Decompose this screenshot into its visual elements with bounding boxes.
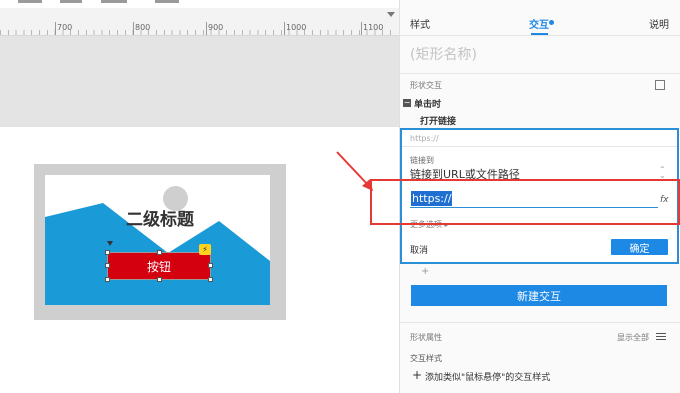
expand-icon[interactable] [655, 80, 665, 90]
link-preview: https:// [410, 134, 439, 143]
ruler-major-tick [206, 22, 207, 35]
menu-icon[interactable] [656, 333, 666, 341]
collapse-icon[interactable]: − [403, 99, 411, 107]
divider [400, 322, 680, 323]
tab-active-dot [549, 20, 554, 25]
ruler-label: 700 [57, 23, 73, 32]
resize-handle[interactable] [105, 263, 110, 268]
divider [400, 35, 680, 36]
link-to-label: 链接到 [410, 156, 434, 165]
resize-handle[interactable] [208, 263, 213, 268]
plus-icon[interactable]: + [412, 368, 422, 382]
ruler-label: 900 [208, 23, 224, 32]
toolbar-button[interactable] [60, 0, 82, 3]
add-interaction-style-link[interactable]: 添加类似"鼠标悬停"的交互样式 [425, 370, 550, 383]
divider [400, 73, 680, 74]
shape-name-field[interactable]: (矩形名称) [410, 44, 477, 64]
ruler-major-tick [284, 22, 285, 35]
tab-interaction[interactable]: 交互 [529, 16, 549, 31]
toolbar-button[interactable] [18, 0, 42, 3]
resize-handle[interactable] [105, 277, 110, 282]
interaction-styles-label: 交互样式 [410, 354, 442, 363]
canvas-offscreen-area [0, 36, 400, 127]
lightning-icon[interactable]: ⚡ [199, 244, 211, 255]
toolbar-button[interactable] [155, 0, 179, 3]
event-on-click[interactable]: 单击时 [414, 97, 441, 110]
add-action-icon[interactable]: + [421, 266, 429, 277]
resize-handle[interactable] [157, 250, 162, 255]
rotation-marker[interactable] [107, 241, 113, 246]
tab-style[interactable]: 样式 [410, 16, 430, 31]
divider [402, 146, 677, 147]
canvas-heading[interactable]: 二级标题 [110, 205, 210, 230]
ok-button[interactable]: 确定 [611, 239, 668, 255]
ruler-major-tick [133, 22, 134, 35]
annotation-arrow-icon [336, 151, 373, 191]
tab-notes[interactable]: 说明 [649, 16, 669, 31]
shape-interaction-label: 形状交互 [410, 81, 442, 90]
cancel-button[interactable]: 取消 [410, 243, 428, 256]
annotation-highlight-box [370, 179, 680, 225]
ruler-major-tick [361, 22, 362, 35]
ruler-label: 800 [135, 23, 151, 32]
resize-handle[interactable] [105, 250, 110, 255]
ruler-label: 1100 [363, 23, 384, 32]
show-all-link[interactable]: 显示全部 [617, 332, 649, 343]
shape-properties-label: 形状属性 [410, 333, 442, 342]
selected-button-widget[interactable]: 按钮 [107, 252, 211, 280]
resize-handle[interactable] [208, 277, 213, 282]
new-interaction-button[interactable]: 新建交互 [411, 285, 667, 306]
action-open-link[interactable]: 打开链接 [420, 114, 456, 127]
toolbar-button[interactable] [101, 0, 127, 3]
ruler-dropdown-icon[interactable] [387, 12, 395, 17]
mountains-shape [45, 203, 270, 305]
ruler-label: 1000 [286, 23, 307, 32]
select-arrows-icon[interactable]: ⌃ ⌄ [659, 166, 666, 180]
ruler-major-tick [55, 22, 56, 35]
resize-handle[interactable] [157, 277, 162, 282]
